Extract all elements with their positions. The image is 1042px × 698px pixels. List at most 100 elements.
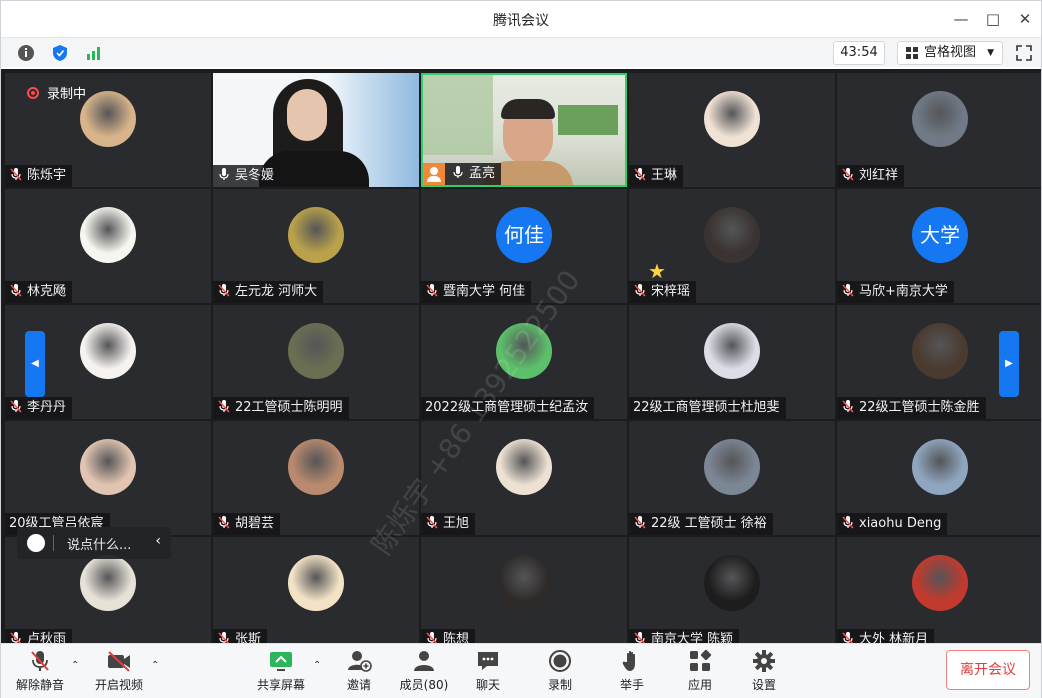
share-screen-icon: [270, 652, 292, 671]
avatar: [496, 555, 552, 611]
participant-tile[interactable]: 何佳 暨南大学 何佳: [421, 189, 627, 303]
participant-tile[interactable]: 王琳: [629, 73, 835, 187]
close-icon[interactable]: ✕: [1013, 7, 1037, 31]
participant-name-tag: 大外 林新月: [837, 629, 935, 643]
mic-muted-icon: [634, 284, 646, 297]
members-button[interactable]: 成员(80): [395, 648, 453, 696]
collapse-chevron-icon[interactable]: ‹: [155, 533, 161, 549]
participant-tile[interactable]: 2022级工商管理硕士纪孟汝: [421, 305, 627, 419]
share-screen-label: 共享屏幕: [256, 678, 305, 692]
participant-tile[interactable]: 20级工管吕依宸: [5, 421, 211, 535]
avatar: 大学: [912, 207, 968, 263]
participant-name-tag: xiaohu Deng: [837, 513, 948, 535]
avatar: [704, 323, 760, 379]
signal-strength-icon[interactable]: [83, 42, 105, 64]
participant-tile[interactable]: 大学马欣+南京大学: [837, 189, 1041, 303]
avatar: [704, 555, 760, 611]
participant-name: 22级工管硕士陈金胜: [859, 400, 980, 415]
mic-muted-icon: [634, 632, 646, 643]
mic-muted-icon: [842, 400, 854, 413]
apps-icon: [690, 649, 712, 671]
emoji-icon[interactable]: [27, 534, 45, 552]
previous-page-button[interactable]: ◀: [25, 331, 45, 397]
gear-icon: [753, 650, 775, 672]
participant-tile[interactable]: 大外 林新月: [837, 537, 1041, 643]
mic-muted-icon: [31, 651, 49, 671]
participant-tile[interactable]: 南京大学 陈颖: [629, 537, 835, 643]
participant-name-tag: 陈烁宇: [5, 165, 73, 187]
participant-tile[interactable]: 王旭: [421, 421, 627, 535]
mic-muted-icon: [218, 284, 230, 297]
quick-chat-bar[interactable]: 说点什么... ‹: [17, 527, 171, 559]
start-video-button[interactable]: 开启视频: [91, 648, 147, 696]
recording-indicator[interactable]: 录制中: [27, 83, 86, 102]
participant-tile[interactable]: 林克飏: [5, 189, 211, 303]
mic-muted-icon: [426, 632, 438, 643]
mic-muted-icon: [426, 516, 438, 529]
share-screen-button[interactable]: 共享屏幕: [253, 648, 309, 696]
participant-name: 刘红祥: [859, 168, 899, 183]
participant-tile[interactable]: 左元龙 河师大: [213, 189, 419, 303]
chevron-down-icon: ▼: [987, 48, 994, 58]
next-page-button[interactable]: ▶: [999, 331, 1019, 397]
participant-name: 林克飏: [27, 284, 67, 299]
chat-label: 聊天: [475, 678, 500, 692]
record-label: 录制: [547, 678, 572, 692]
minimize-icon[interactable]: —: [949, 7, 973, 31]
meeting-window: 腾讯会议 — □ ✕ 43:54 宫格视图 ▼ 陈烁宇 吴冬媛 孟亮 王琳 刘红祥 林克飏…: [0, 0, 1042, 698]
participant-tile[interactable]: 刘红祥: [837, 73, 1041, 187]
raise-hand-button[interactable]: 举手: [611, 648, 653, 696]
participant-tile[interactable]: 孟亮: [421, 73, 627, 187]
participant-tile[interactable]: 22工管硕士陈明明: [213, 305, 419, 419]
apps-button[interactable]: 应用: [679, 648, 721, 696]
members-icon: [414, 651, 434, 671]
avatar: [288, 439, 344, 495]
participant-tile[interactable]: 张斯: [213, 537, 419, 643]
participant-name: 22级工商管理硕士杜旭斐: [633, 400, 780, 415]
window-title: 腾讯会议: [493, 13, 549, 29]
participant-tile[interactable]: 胡碧芸: [213, 421, 419, 535]
bottom-toolbar: 解除静音 ⌃ 开启视频 ⌃ 共享屏幕 ⌃ 邀请 成员(80) 聊天 录制 举手 …: [1, 643, 1041, 698]
participant-name-tag: 宋梓瑶: [629, 281, 697, 303]
participant-name-tag: 孟亮: [423, 163, 502, 185]
participant-tile[interactable]: xiaohu Deng: [837, 421, 1041, 535]
info-icon[interactable]: [15, 42, 37, 64]
mic-muted-icon: [842, 284, 854, 297]
participant-name: 陈烁宇: [27, 168, 67, 183]
settings-button[interactable]: 设置: [743, 648, 785, 696]
video-grid: 陈烁宇 吴冬媛 孟亮 王琳刘红祥林克飏 左元龙 河师大 何佳 暨南大学 何佳 宋梓瑶 大学马欣+…: [1, 69, 1041, 643]
view-mode-dropdown[interactable]: 宫格视图 ▼: [897, 41, 1003, 65]
participant-name-tag: 22级工商管理硕士杜旭斐: [629, 397, 786, 419]
record-button[interactable]: 录制: [539, 648, 581, 696]
mic-muted-icon: [842, 516, 854, 529]
recording-label: 录制中: [47, 87, 87, 102]
participant-tile[interactable]: 22级工商管理硕士杜旭斐: [629, 305, 835, 419]
video-options-chevron-icon[interactable]: ⌃: [151, 660, 159, 671]
audio-options-chevron-icon[interactable]: ⌃: [71, 660, 79, 671]
record-dot-icon: [27, 87, 39, 99]
participant-name: 李丹丹: [27, 400, 67, 415]
invite-button[interactable]: 邀请: [337, 648, 381, 696]
participant-tile[interactable]: 22级 工管硕士 徐裕: [629, 421, 835, 535]
participant-name: 暨南大学 何佳: [443, 284, 526, 299]
chevron-right-icon: ▶: [1005, 358, 1013, 369]
avatar: [912, 439, 968, 495]
security-shield-icon[interactable]: [49, 42, 71, 64]
chat-button[interactable]: 聊天: [467, 648, 509, 696]
unmute-button[interactable]: 解除静音: [13, 648, 67, 696]
avatar: [288, 555, 344, 611]
participant-tile[interactable]: 吴冬媛: [213, 73, 419, 187]
fullscreen-icon[interactable]: [1014, 43, 1034, 63]
mic-muted-icon: [10, 168, 22, 181]
mic-muted-icon: [10, 284, 22, 297]
participant-tile[interactable]: 宋梓瑶: [629, 189, 835, 303]
maximize-icon[interactable]: □: [981, 7, 1005, 31]
leave-meeting-button[interactable]: 离开会议: [946, 650, 1030, 690]
mic-muted-icon: [10, 632, 22, 643]
participant-tile[interactable]: 陈想: [421, 537, 627, 643]
participant-name: 陈想: [443, 632, 470, 643]
participant-name: 马欣+南京大学: [859, 284, 948, 299]
chat-input[interactable]: 说点什么...: [67, 534, 131, 553]
share-options-chevron-icon[interactable]: ⌃: [313, 660, 321, 671]
participant-name-tag: 左元龙 河师大: [213, 281, 324, 303]
